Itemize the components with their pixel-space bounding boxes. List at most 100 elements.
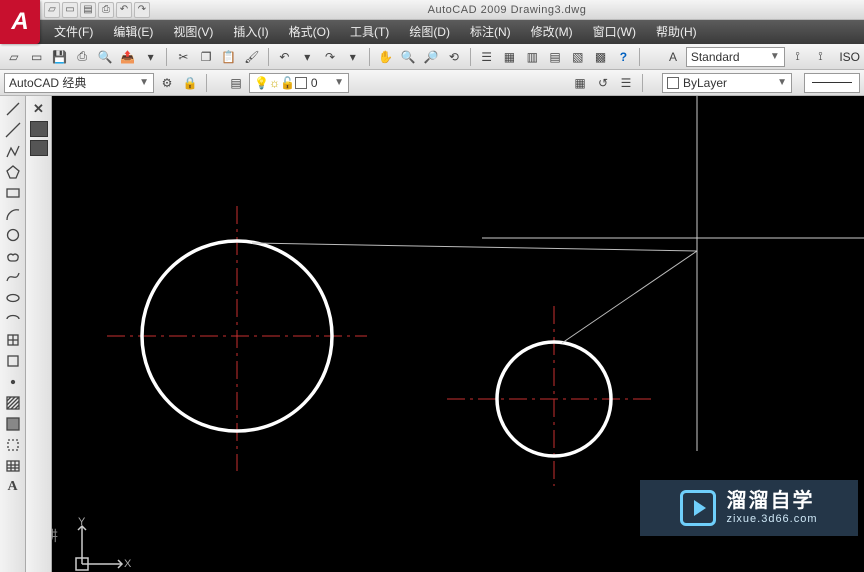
layer-color-icon [295, 77, 307, 89]
pline-icon[interactable] [3, 142, 23, 160]
menu-format[interactable]: 格式(O) [279, 20, 340, 44]
arc-icon[interactable] [3, 205, 23, 223]
menu-dimension[interactable]: 标注(N) [460, 20, 521, 44]
menu-edit[interactable]: 编辑(E) [103, 20, 163, 44]
play-icon [680, 490, 716, 526]
qat-open-icon[interactable]: ▭ [62, 2, 78, 18]
preview-icon[interactable]: 🔍 [95, 47, 115, 67]
insert-icon[interactable] [3, 331, 23, 349]
color-combo[interactable]: ByLayer ▼ [662, 73, 792, 93]
ellipse-arc-icon[interactable] [3, 310, 23, 328]
open-icon[interactable]: ▭ [27, 47, 47, 67]
workspace-lock-icon[interactable]: 🔒 [180, 73, 200, 93]
aux-toolbar: ✕ [26, 96, 52, 572]
separator [206, 74, 207, 92]
separator [268, 48, 269, 66]
zoom-window-icon[interactable]: 🔎 [421, 47, 441, 67]
dropdown-icon[interactable]: ▾ [141, 47, 161, 67]
block-icon[interactable] [3, 352, 23, 370]
text-style-combo[interactable]: Standard ▼ [686, 47, 785, 67]
calc-icon[interactable]: ▩ [591, 47, 611, 67]
linetype-combo[interactable] [804, 73, 860, 93]
design-center-icon[interactable]: ▦ [500, 47, 520, 67]
aux-item-1[interactable] [30, 121, 48, 137]
aux-item-2[interactable] [30, 140, 48, 156]
save-icon[interactable]: 💾 [50, 47, 70, 67]
app-logo[interactable]: A [0, 0, 40, 44]
undo-dropdown-icon[interactable]: ▾ [297, 47, 317, 67]
separator [639, 48, 640, 66]
svg-text:耕: 耕 [52, 528, 58, 544]
help-icon[interactable]: ? [613, 47, 633, 67]
circle-icon[interactable] [3, 226, 23, 244]
revcloud-icon[interactable] [3, 247, 23, 265]
redo-dropdown-icon[interactable]: ▾ [343, 47, 363, 67]
workspace-layer-toolbar: AutoCAD 经典 ▼ ⚙ 🔒 ▤ 💡 ☼ 🔓 0 ▼ ▦ ↺ ☰ ByLay… [0, 70, 864, 96]
separator [166, 48, 167, 66]
layer-prev-icon[interactable]: ↺ [593, 73, 613, 93]
print-icon[interactable]: ⎙ [72, 47, 92, 67]
menu-tools[interactable]: 工具(T) [340, 20, 399, 44]
qat-print-icon[interactable]: ⎙ [98, 2, 114, 18]
point-icon[interactable] [3, 373, 23, 391]
close-panel-icon[interactable]: ✕ [29, 100, 49, 118]
hatch-icon[interactable] [3, 394, 23, 412]
region-icon[interactable] [3, 436, 23, 454]
menu-modify[interactable]: 修改(M) [521, 20, 583, 44]
menu-help[interactable]: 帮助(H) [646, 20, 707, 44]
qat-new-icon[interactable]: ▱ [44, 2, 60, 18]
workspace-combo[interactable]: AutoCAD 经典 ▼ [4, 73, 154, 93]
qat-save-icon[interactable]: ▤ [80, 2, 96, 18]
mtext-icon[interactable]: A [3, 478, 23, 496]
menu-window[interactable]: 窗口(W) [583, 20, 646, 44]
dim-style-label: ISO [833, 50, 860, 64]
menu-insert[interactable]: 插入(I) [223, 20, 278, 44]
qat-undo-icon[interactable]: ↶ [116, 2, 132, 18]
rectangle-icon[interactable] [3, 184, 23, 202]
dimstyle-icon[interactable]: ⟟ [788, 47, 808, 67]
tool-palette-icon[interactable]: ▥ [522, 47, 542, 67]
window-title: AutoCAD 2009 Drawing3.dwg [150, 4, 864, 16]
undo-icon[interactable]: ↶ [275, 47, 295, 67]
spline-icon[interactable] [3, 268, 23, 286]
pan-icon[interactable]: ✋ [376, 47, 396, 67]
separator [470, 48, 471, 66]
layer-iso-icon[interactable]: ▦ [570, 73, 590, 93]
textstyle-icon[interactable]: A [663, 47, 683, 67]
sun-icon: ☼ [269, 76, 280, 90]
qat-redo-icon[interactable]: ↷ [134, 2, 150, 18]
publish-icon[interactable]: 📤 [118, 47, 138, 67]
copy-icon[interactable]: ❐ [196, 47, 216, 67]
zoom-prev-icon[interactable]: ⟲ [444, 47, 464, 67]
paste-icon[interactable]: 📋 [219, 47, 239, 67]
gradient-icon[interactable] [3, 415, 23, 433]
drawing-canvas[interactable]: 耕 X Y 溜溜自学 zixue.3d66.com [52, 96, 864, 572]
layer-combo[interactable]: 💡 ☼ 🔓 0 ▼ [249, 73, 349, 93]
new-icon[interactable]: ▱ [4, 47, 24, 67]
markup-icon[interactable]: ▧ [568, 47, 588, 67]
properties-icon[interactable]: ☰ [477, 47, 497, 67]
dimstyle2-icon[interactable]: ⟟ [811, 47, 831, 67]
redo-icon[interactable]: ↷ [320, 47, 340, 67]
ucs-x-label: X [124, 558, 131, 570]
draw-toolbar: A [0, 96, 26, 572]
layer-name: 0 [311, 76, 318, 90]
sheet-set-icon[interactable]: ▤ [545, 47, 565, 67]
line-icon[interactable] [3, 100, 23, 118]
match-icon[interactable]: 🖌 [242, 47, 262, 67]
linetype-preview [812, 82, 852, 83]
table-icon[interactable] [3, 457, 23, 475]
layer-state-icon[interactable]: ☰ [616, 73, 636, 93]
workspace-value: AutoCAD 经典 [9, 74, 86, 91]
titlebar: ▱ ▭ ▤ ⎙ ↶ ↷ AutoCAD 2009 Drawing3.dwg [0, 0, 864, 20]
layer-manager-icon[interactable]: ▤ [226, 73, 246, 93]
menu-draw[interactable]: 绘图(D) [399, 20, 460, 44]
menu-file[interactable]: 文件(F) [44, 20, 103, 44]
workspace-settings-icon[interactable]: ⚙ [157, 73, 177, 93]
cut-icon[interactable]: ✂ [173, 47, 193, 67]
ellipse-icon[interactable] [3, 289, 23, 307]
menu-view[interactable]: 视图(V) [163, 20, 223, 44]
zoom-rt-icon[interactable]: 🔍 [398, 47, 418, 67]
polygon-icon[interactable] [3, 163, 23, 181]
xline-icon[interactable] [3, 121, 23, 139]
